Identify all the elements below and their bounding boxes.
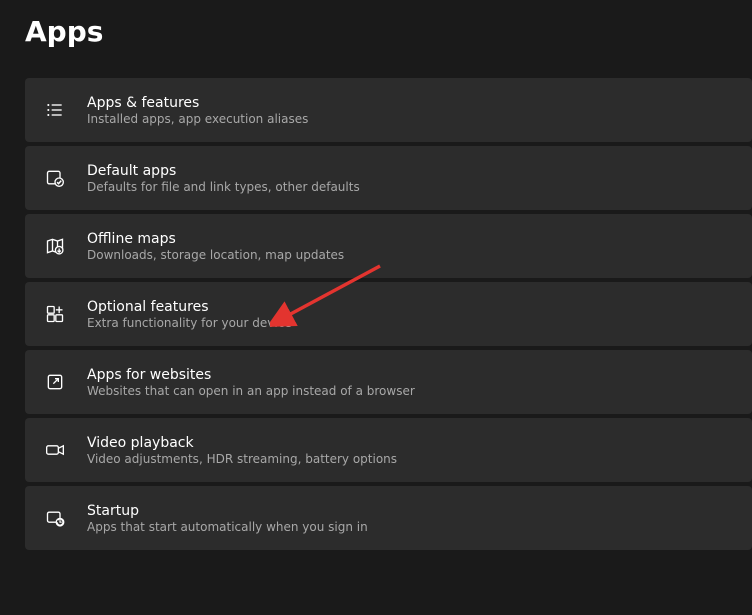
settings-card-startup[interactable]: Startup Apps that start automatically wh… [25, 486, 752, 550]
settings-card-video-playback[interactable]: Video playback Video adjustments, HDR st… [25, 418, 752, 482]
list-icon [45, 100, 65, 120]
video-icon [45, 440, 65, 460]
settings-card-apps-features[interactable]: Apps & features Installed apps, app exec… [25, 78, 752, 142]
card-text: Optional features Extra functionality fo… [87, 299, 292, 330]
card-subtitle: Extra functionality for your device [87, 316, 292, 330]
card-title: Offline maps [87, 231, 344, 247]
startup-icon [45, 508, 65, 528]
card-title: Apps & features [87, 95, 308, 111]
settings-list: Apps & features Installed apps, app exec… [25, 78, 752, 550]
card-title: Optional features [87, 299, 292, 315]
card-text: Offline maps Downloads, storage location… [87, 231, 344, 262]
settings-card-optional-features[interactable]: Optional features Extra functionality fo… [25, 282, 752, 346]
card-subtitle: Installed apps, app execution aliases [87, 112, 308, 126]
card-title: Video playback [87, 435, 397, 451]
card-subtitle: Defaults for file and link types, other … [87, 180, 360, 194]
settings-card-default-apps[interactable]: Default apps Defaults for file and link … [25, 146, 752, 210]
card-text: Apps for websites Websites that can open… [87, 367, 415, 398]
card-subtitle: Apps that start automatically when you s… [87, 520, 368, 534]
open-external-icon [45, 372, 65, 392]
default-apps-icon [45, 168, 65, 188]
page-title: Apps [25, 15, 752, 48]
card-text: Apps & features Installed apps, app exec… [87, 95, 308, 126]
settings-card-offline-maps[interactable]: Offline maps Downloads, storage location… [25, 214, 752, 278]
card-subtitle: Downloads, storage location, map updates [87, 248, 344, 262]
card-title: Startup [87, 503, 368, 519]
card-subtitle: Websites that can open in an app instead… [87, 384, 415, 398]
map-icon [45, 236, 65, 256]
card-title: Apps for websites [87, 367, 415, 383]
optional-features-icon [45, 304, 65, 324]
card-subtitle: Video adjustments, HDR streaming, batter… [87, 452, 397, 466]
card-title: Default apps [87, 163, 360, 179]
card-text: Startup Apps that start automatically wh… [87, 503, 368, 534]
settings-card-apps-for-websites[interactable]: Apps for websites Websites that can open… [25, 350, 752, 414]
card-text: Default apps Defaults for file and link … [87, 163, 360, 194]
card-text: Video playback Video adjustments, HDR st… [87, 435, 397, 466]
